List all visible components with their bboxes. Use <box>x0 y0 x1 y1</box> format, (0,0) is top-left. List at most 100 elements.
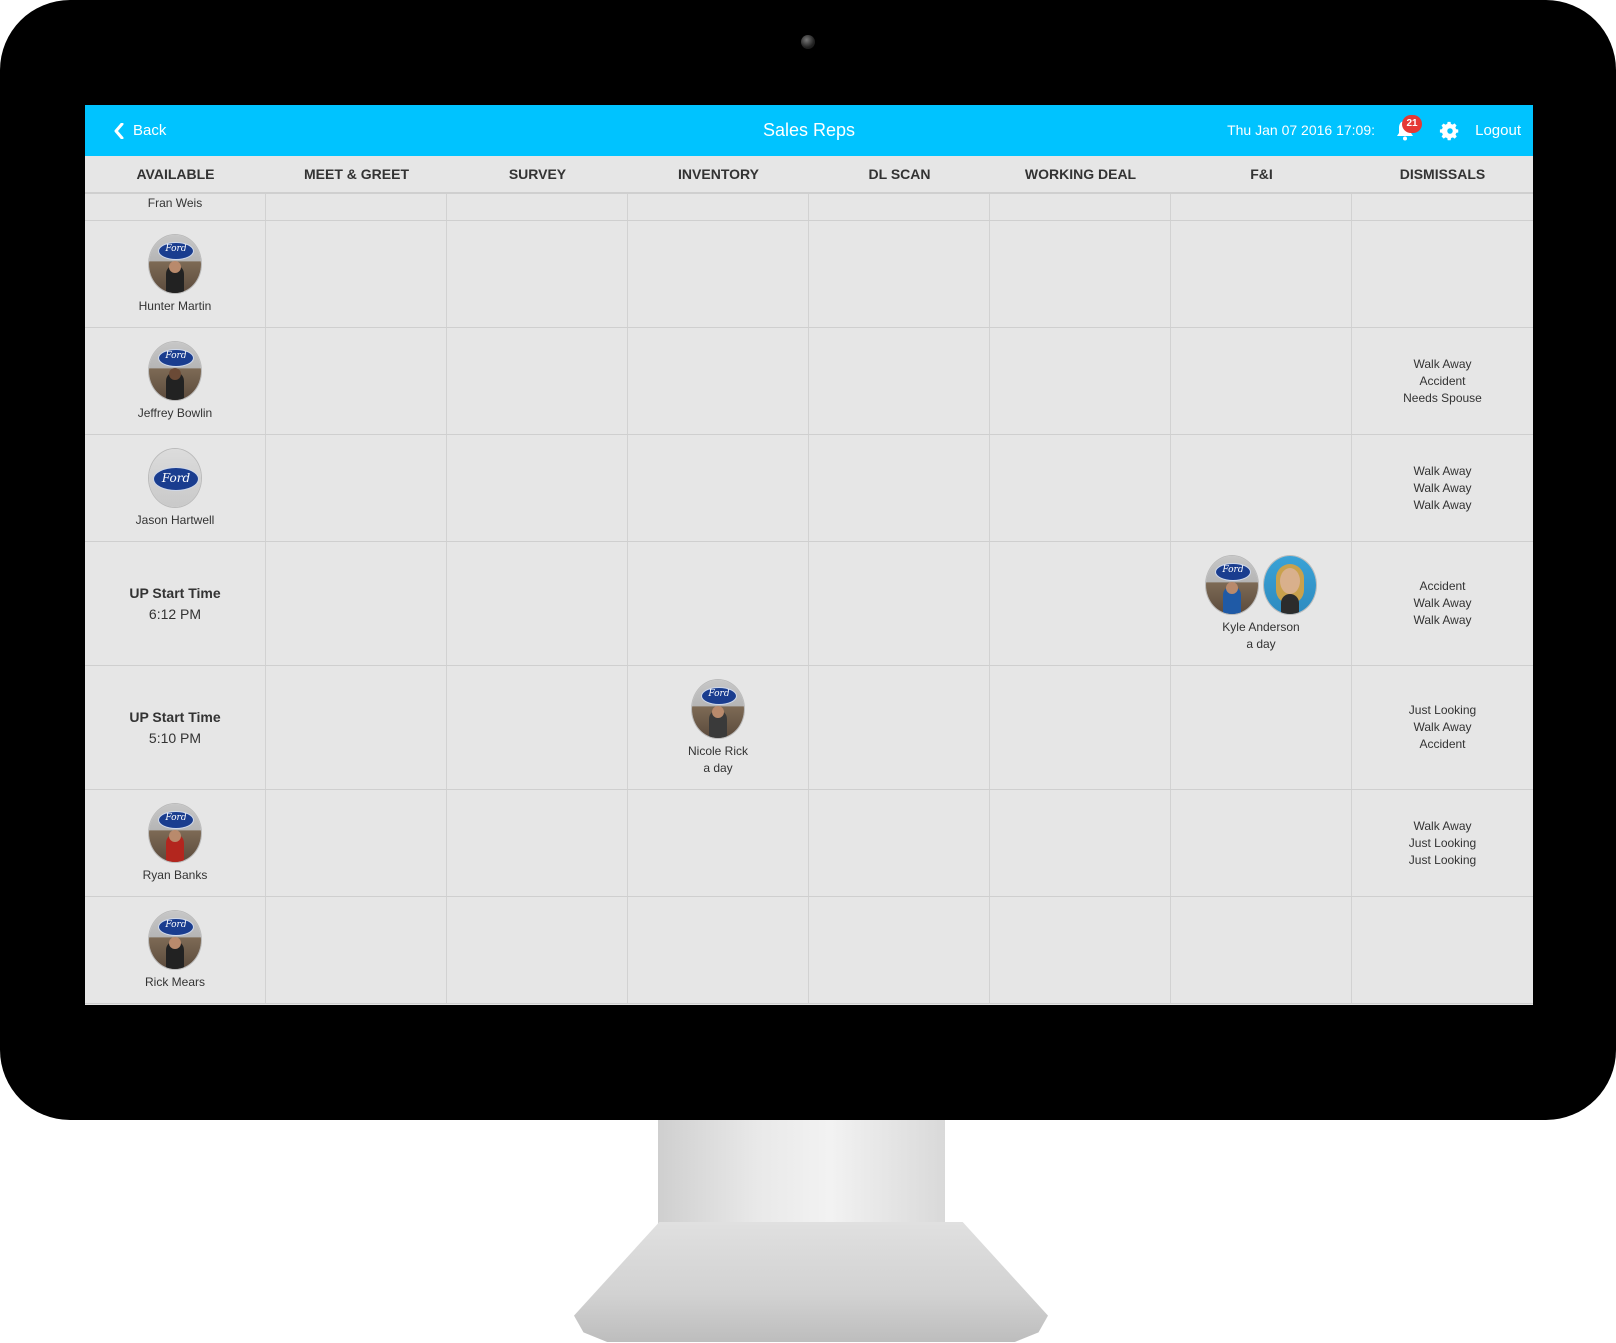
available-cell[interactable]: Fran Weis <box>85 194 266 220</box>
available-cell[interactable]: Jason Hartwell <box>85 435 266 541</box>
current-datetime: Thu Jan 07 2016 17:09: <box>1227 122 1375 138</box>
dismissal-reason: Needs Spouse <box>1403 390 1482 405</box>
rep-name: Jeffrey Bowlin <box>137 406 213 420</box>
stage-cell <box>1171 328 1352 434</box>
rep-avatar[interactable] <box>149 342 201 400</box>
rep-avatar[interactable] <box>149 235 201 293</box>
up-cell[interactable]: UP Start Time 5:10 PM <box>85 666 266 789</box>
customer-avatar[interactable] <box>1264 556 1316 614</box>
dismissal-reason: Walk Away <box>1413 596 1472 610</box>
available-cell[interactable]: Hunter Martin <box>85 221 266 327</box>
stage-cell <box>1171 194 1352 220</box>
column-header-working-deal[interactable]: WORKING DEAL <box>990 156 1171 192</box>
stage-cell <box>990 542 1171 665</box>
dismissals-cell <box>1352 221 1533 327</box>
dismissal-reason: Walk Away <box>1413 613 1472 627</box>
stage-cell <box>990 435 1171 541</box>
stage-cell <box>628 790 809 896</box>
column-header-survey[interactable]: SURVEY <box>447 156 628 192</box>
stage-cell <box>447 790 628 896</box>
stage-cell <box>628 897 809 1003</box>
column-header-inventory[interactable]: INVENTORY <box>628 156 809 192</box>
dismissal-reason: Accident <box>1419 579 1466 593</box>
table-row: Jason Hartwell Walk Away Walk Away Walk … <box>85 435 1533 542</box>
rep-avatar[interactable] <box>149 449 201 507</box>
stage-cell <box>1171 221 1352 327</box>
stage-cell <box>628 221 809 327</box>
rep-name: Ryan Banks <box>142 868 208 882</box>
stage-cell <box>809 221 990 327</box>
column-header-dl-scan[interactable]: DL SCAN <box>809 156 990 192</box>
inventory-cell[interactable]: Nicole Rick a day <box>628 666 809 789</box>
stage-cell <box>266 328 447 434</box>
stage-cell <box>447 666 628 789</box>
column-header-available[interactable]: AVAILABLE <box>85 156 266 192</box>
elapsed-time: a day <box>703 761 733 775</box>
rep-avatar[interactable] <box>1206 556 1258 614</box>
table-row: UP Start Time 6:12 PM Kyle Anderson a da… <box>85 542 1533 666</box>
stage-cell <box>628 328 809 434</box>
stage-cell <box>266 542 447 665</box>
logout-button[interactable]: Logout <box>1475 105 1521 156</box>
rep-name: Fran Weis <box>147 196 203 210</box>
avatar-pair <box>1206 556 1316 614</box>
dismissal-reason: Walk Away <box>1413 497 1472 512</box>
available-cell[interactable]: Rick Mears <box>85 897 266 1003</box>
table-row: UP Start Time 5:10 PM Nicole Rick a day … <box>85 666 1533 790</box>
stage-cell <box>266 194 447 220</box>
up-cell[interactable]: UP Start Time 6:12 PM <box>85 542 266 665</box>
table-row: Hunter Martin <box>85 221 1533 328</box>
gear-icon[interactable] <box>1439 120 1461 142</box>
rep-avatar[interactable] <box>149 804 201 862</box>
stage-cell <box>1171 666 1352 789</box>
rep-name: Jason Hartwell <box>135 513 215 527</box>
up-start-time: 6:12 PM <box>148 606 202 622</box>
dismissals-cell <box>1352 194 1533 220</box>
table-row: Rick Mears <box>85 897 1533 1004</box>
column-header-dismissals[interactable]: DISMISSALS <box>1352 156 1533 192</box>
rep-name: Rick Mears <box>144 975 205 989</box>
camera <box>801 35 815 49</box>
stage-cell <box>266 897 447 1003</box>
up-start-label: UP Start Time <box>129 585 221 601</box>
stage-cell <box>809 328 990 434</box>
dismissal-reason: Accident <box>1419 737 1466 751</box>
dismissals-cell <box>1352 897 1533 1003</box>
stage-cell <box>447 897 628 1003</box>
stage-cell <box>809 790 990 896</box>
app-screen: Sales Reps Back Thu Jan 07 2016 17:09: 2… <box>85 105 1533 1005</box>
back-button[interactable]: Back <box>113 105 166 156</box>
dismissal-reason: Walk Away <box>1413 463 1472 478</box>
column-header-fi[interactable]: F&I <box>1171 156 1352 192</box>
stage-cell <box>1171 897 1352 1003</box>
column-header-meet-greet[interactable]: MEET & GREET <box>266 156 447 192</box>
dismissals-cell: Walk Away Walk Away Walk Away <box>1352 435 1533 541</box>
available-cell[interactable]: Ryan Banks <box>85 790 266 896</box>
fi-cell[interactable]: Kyle Anderson a day <box>1171 542 1352 665</box>
stage-cell <box>809 194 990 220</box>
stage-cell <box>1171 435 1352 541</box>
rep-avatar[interactable] <box>149 911 201 969</box>
available-cell[interactable]: Jeffrey Bowlin <box>85 328 266 434</box>
stage-cell <box>447 328 628 434</box>
rep-name: Kyle Anderson <box>1222 620 1300 634</box>
stage-cell <box>447 194 628 220</box>
dismissal-reason: Just Looking <box>1408 703 1477 717</box>
rep-avatar[interactable] <box>692 680 744 738</box>
stage-cell <box>990 666 1171 789</box>
stage-cell <box>809 666 990 789</box>
stage-cell <box>990 194 1171 220</box>
dismissal-reason: Walk Away <box>1413 356 1472 371</box>
stage-cell <box>990 897 1171 1003</box>
stage-cell <box>628 194 809 220</box>
dismissal-reason: Walk Away <box>1413 720 1472 734</box>
stage-cell <box>809 542 990 665</box>
dismissal-reason: Walk Away <box>1413 480 1472 495</box>
up-start-time: 5:10 PM <box>148 730 202 746</box>
dismissals-cell: Just Looking Walk Away Accident <box>1352 666 1533 789</box>
monitor-stand-base <box>574 1222 1048 1342</box>
stage-cell <box>266 666 447 789</box>
stage-cell <box>266 790 447 896</box>
table-row: Fran Weis <box>85 194 1533 221</box>
stage-cell <box>266 221 447 327</box>
